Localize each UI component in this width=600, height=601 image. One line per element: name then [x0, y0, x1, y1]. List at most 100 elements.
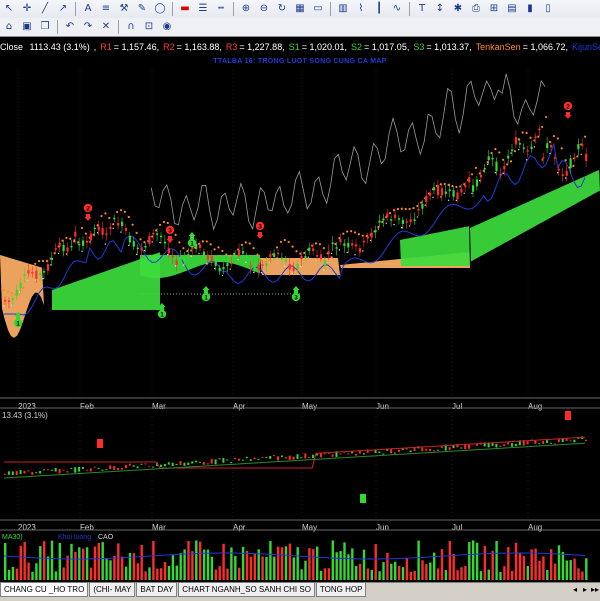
volume-bar [277, 546, 280, 580]
mini-candle [148, 466, 151, 468]
tenkan-sen-dot [521, 131, 524, 134]
candle-body [117, 222, 120, 226]
tenkan-sen-dot [22, 286, 25, 289]
mini-candle [468, 444, 471, 449]
panel2-label: 13.43 (3.1%) [2, 411, 48, 420]
tab-tong-hop[interactable]: TONG HOP [315, 583, 367, 597]
pivot-dot [416, 216, 419, 218]
month-label: Jul [452, 402, 462, 411]
tenkan-sen-dot [564, 159, 567, 162]
volume-bar [284, 546, 288, 580]
panel2-trend-line [3, 442, 586, 479]
mini-candle [304, 453, 307, 459]
candle-body [62, 245, 65, 252]
tenkan-sen-dot [100, 214, 103, 218]
price-chart[interactable]: 1 2 1 3 1 1 3 3 2 2023 Feb Mar Apr May Jun Jul Aug 13.4… [0, 0, 600, 582]
tenkan-sen-dot [108, 216, 111, 220]
scroll-right-icon[interactable]: ▸ [580, 585, 590, 594]
candle-body [347, 242, 350, 248]
mini-candle [546, 440, 549, 444]
tenkan-sen-dot [541, 125, 544, 129]
mini-candle [85, 469, 88, 471]
volume-bar [585, 558, 588, 580]
pivot-dot [346, 251, 348, 254]
mini-candle [269, 455, 272, 459]
pivot-dot [377, 228, 380, 230]
candle-body [218, 268, 221, 272]
volume-bar [475, 542, 479, 580]
tenkan-sen-dot [509, 160, 513, 163]
pivot-dot [432, 196, 434, 199]
mini-candle [569, 440, 572, 442]
mini-candle [362, 453, 365, 455]
candle-body [425, 195, 428, 203]
month-label: May [302, 402, 317, 411]
pivot-dot [455, 199, 458, 202]
secondary-price-panel[interactable]: 13.43 (3.1%) 2023 Feb Mar Apr May Jun Jul Aug [0, 407, 600, 532]
candle-body [152, 232, 155, 235]
volume-bar [167, 566, 171, 580]
volume-bar [101, 542, 104, 580]
volume-bar [171, 555, 175, 580]
time-axis: 2023 Feb Mar Apr May Jun Jul Aug [18, 402, 542, 411]
volume-bar [530, 549, 533, 580]
candle-body [308, 247, 311, 251]
mini-candle [323, 453, 326, 455]
tab-chi-may[interactable]: (CHI- MAY [89, 583, 136, 597]
mini-candle [210, 458, 213, 464]
volume-bar [253, 553, 256, 580]
scroll-end-icon[interactable]: ▸▸ [590, 585, 600, 594]
candle-body [31, 272, 34, 274]
volume-bar [413, 570, 416, 580]
pivot-dot [50, 264, 52, 266]
month-label: 2023 [18, 402, 36, 411]
candle-body [460, 189, 463, 193]
pivot-dot [237, 258, 239, 261]
mini-candle [440, 446, 443, 448]
volume-panel[interactable]: MA30) Khoi luong CAO [0, 529, 600, 580]
candle-body [4, 299, 7, 302]
volume-bar [245, 550, 249, 580]
candle-body [487, 156, 490, 161]
candle-body [518, 143, 521, 145]
volume-bar [202, 549, 206, 580]
pivot-dot [42, 277, 44, 280]
mini-candle [11, 471, 14, 475]
signal-label: 3 [294, 295, 298, 302]
candle-body [394, 214, 397, 219]
volume-bar [214, 569, 217, 580]
tenkan-sen-dot [525, 131, 528, 135]
tab-chang-cu-ho-tro[interactable]: CHANG CU _HO TRO [0, 583, 89, 597]
volume-bar [444, 570, 448, 580]
candle-body [70, 245, 73, 248]
tenkan-sen-dot [2, 288, 6, 292]
candle-body [577, 144, 580, 150]
candle-body [7, 300, 11, 302]
candle-body [526, 150, 529, 152]
tenkan-sen-dot [80, 226, 84, 230]
mini-candle [62, 469, 65, 471]
tenkan-sen-dot [213, 248, 216, 251]
mini-candle [128, 463, 131, 466]
tab-chart-nganh[interactable]: CHART NGANH_SO SANH CHI SO [178, 583, 315, 597]
candle-body [140, 247, 143, 251]
candle-body [565, 171, 568, 176]
volume-bar [241, 546, 245, 580]
candle-body [507, 155, 510, 159]
volume-bar [179, 553, 182, 580]
candle-body [74, 231, 77, 237]
mini-candle [553, 443, 556, 445]
candle-body [214, 259, 217, 266]
volume-bar [487, 569, 490, 580]
scroll-left-icon[interactable]: ◂ [570, 585, 580, 594]
tenkan-sen-dot [474, 166, 477, 169]
volume-bar [136, 563, 139, 580]
mini-candle [140, 463, 143, 465]
volume-bar [4, 542, 7, 580]
pivot-dot [276, 257, 278, 259]
candle-body [316, 255, 319, 257]
volume-bar [7, 569, 11, 580]
candle-body [54, 248, 57, 250]
tab-bat-day[interactable]: BAT DAY [136, 583, 178, 597]
pivot-dot [174, 265, 177, 267]
